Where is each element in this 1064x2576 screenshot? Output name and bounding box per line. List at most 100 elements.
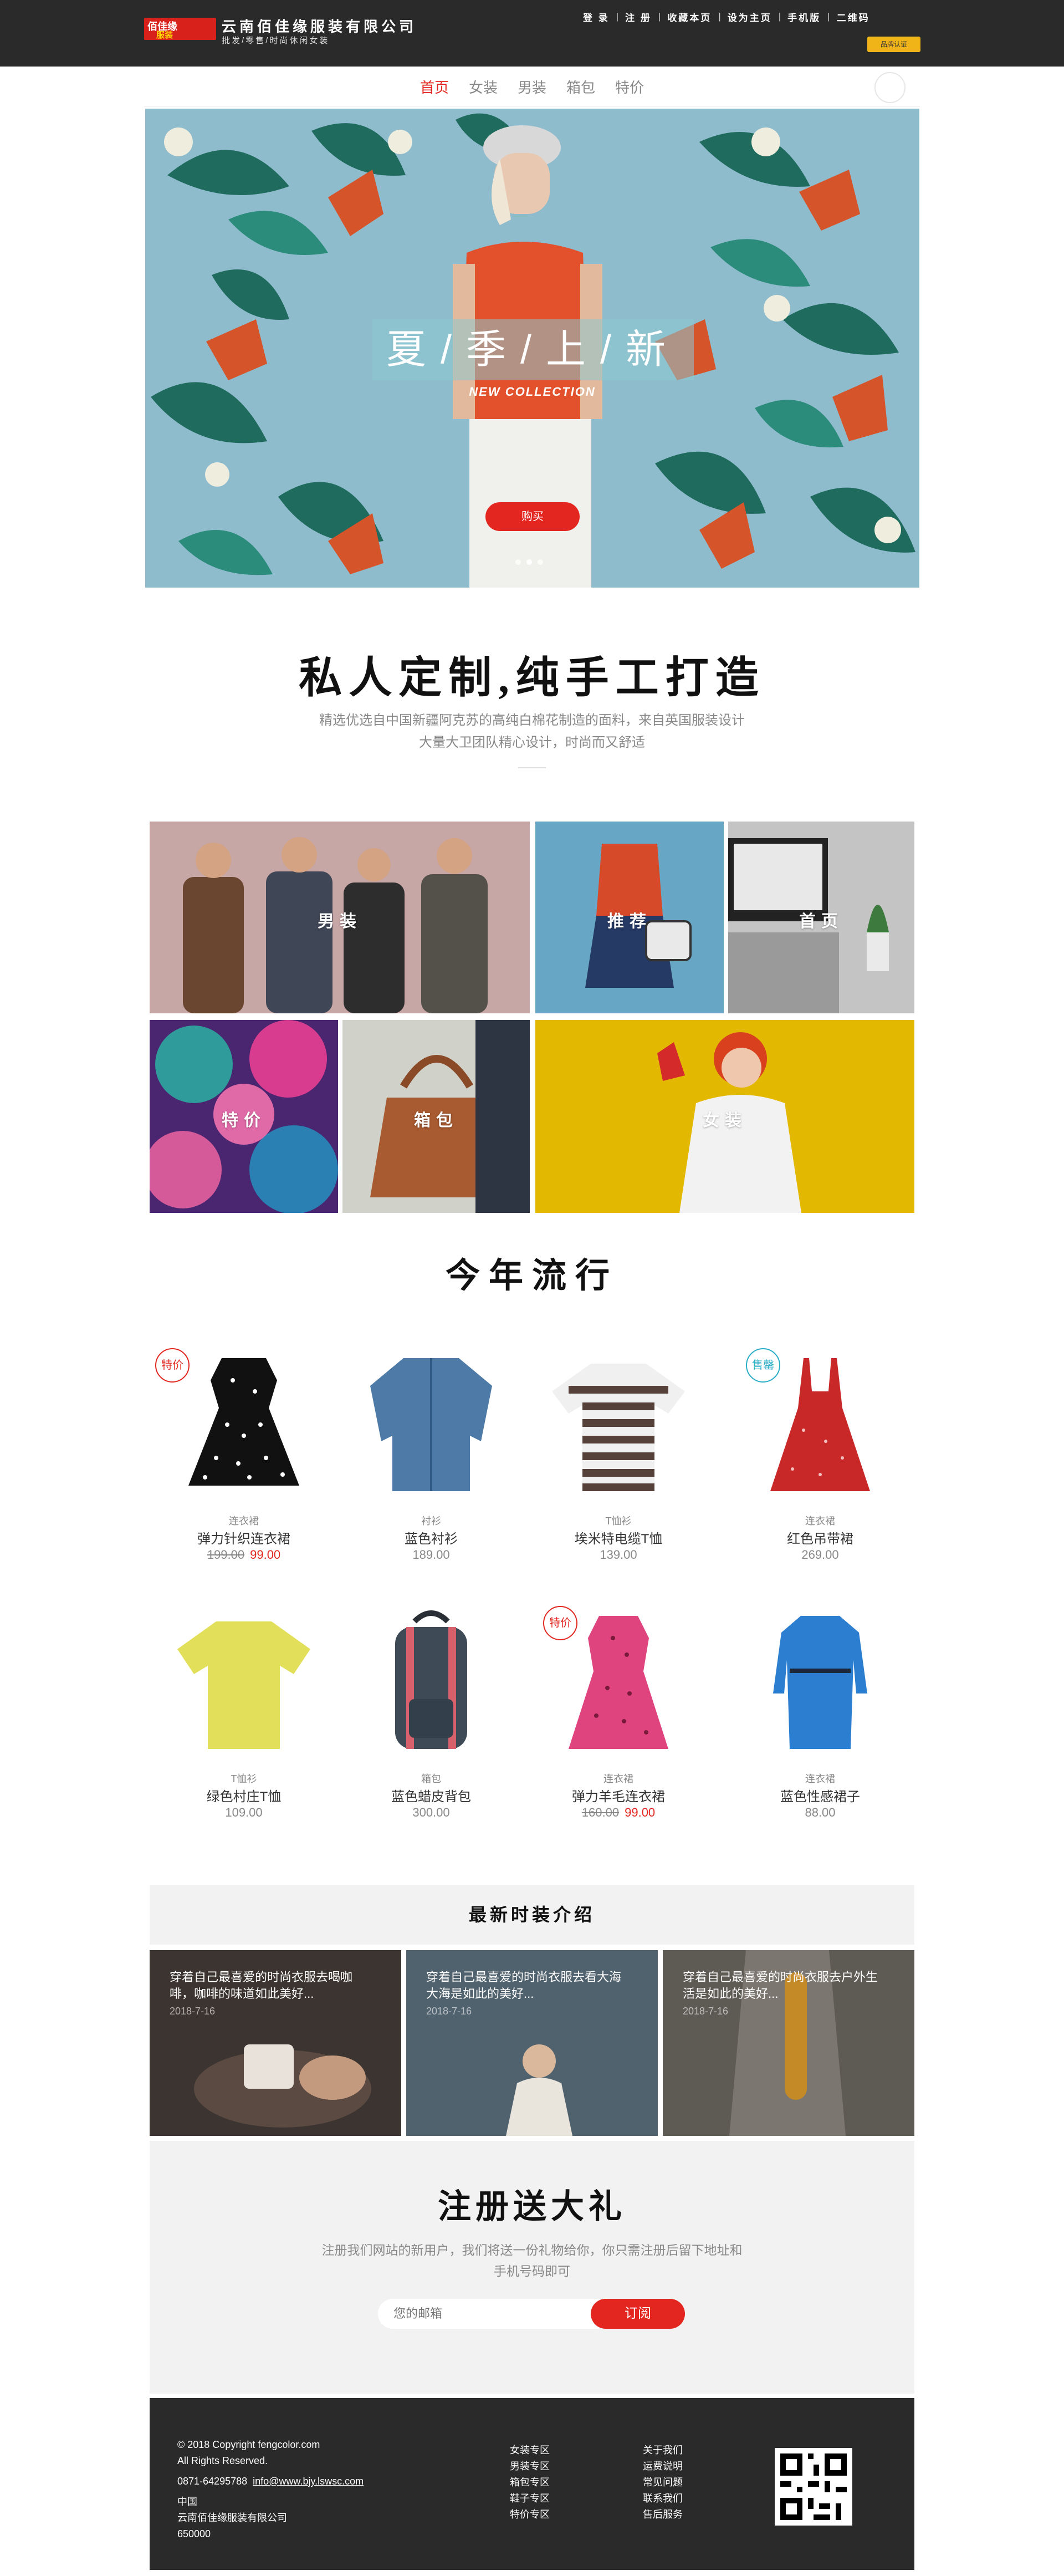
product-card[interactable]: 特价 连衣裙 弹力针织连衣裙 199.00 99.00 xyxy=(155,1347,327,1580)
product-name[interactable]: 弹力羊毛连衣裙 xyxy=(535,1786,702,1805)
product-image xyxy=(177,1621,310,1749)
footer-info: © 2018 Copyright fengcolor.com All Right… xyxy=(177,2437,364,2542)
news-card[interactable]: 穿着自己最喜爱的时尚衣服去喝咖啡，咖啡的味道如此美好... 2018-7-16 xyxy=(150,1950,401,2136)
trending-title: 今年流行 xyxy=(445,1257,618,1295)
footer-link[interactable]: 运费说明 xyxy=(643,2458,683,2475)
login-link[interactable]: 登 录 xyxy=(576,10,616,24)
register-text: 注册我们网站的新用户，我们将送一份礼物给你，你只需注册后留下地址和手机号码即可 xyxy=(321,2243,743,2278)
nav-item-bags[interactable]: 箱包 xyxy=(566,76,595,97)
hero-title: 夏/季/上/新 xyxy=(386,328,680,372)
product-name[interactable]: 绿色村庄T恤 xyxy=(161,1786,327,1805)
search-icon[interactable] xyxy=(874,72,906,103)
footer-link[interactable]: 鞋子专区 xyxy=(510,2491,550,2507)
product-price: 109.00 xyxy=(225,1805,263,1819)
product-card[interactable]: 售罄 连衣裙 红色吊带裙 269.00 xyxy=(737,1347,903,1580)
main-nav: 首页 女装 男装 箱包 特价 xyxy=(144,67,920,107)
product-category: 连衣裙 xyxy=(603,1773,633,1784)
product-price: 189.00 xyxy=(412,1548,450,1562)
category-tile-home[interactable]: 首页 xyxy=(728,822,914,1013)
old-price: 160.00 xyxy=(581,1805,620,1819)
category-tile-sale[interactable]: 特价 xyxy=(150,1020,338,1213)
category-label-sale: 特价 xyxy=(222,1111,266,1130)
sale-price: 99.00 xyxy=(625,1805,656,1819)
old-price: 199.00 xyxy=(207,1548,245,1562)
intro-text: 精选优选自中国新疆阿克苏的高纯白棉花制造的面料，来自英国服装设计大量大卫团队精心… xyxy=(319,713,745,750)
bookmark-link[interactable]: 收藏本页 xyxy=(661,10,718,24)
nav-item-home[interactable]: 首页 xyxy=(420,76,449,97)
news-text: 穿着自己最喜爱的时尚衣服去喝咖啡，咖啡的味道如此美好... xyxy=(170,1970,353,2001)
product-name[interactable]: 弹力针织连衣裙 xyxy=(161,1528,327,1547)
product-name[interactable]: 蓝色蜡皮背包 xyxy=(348,1786,514,1805)
product-category: T恤衫 xyxy=(605,1516,632,1527)
news-title: 最新时装介绍 xyxy=(468,1905,595,1925)
category-tile-bags[interactable]: 箱包 xyxy=(342,1020,530,1213)
nav-item-men[interactable]: 男装 xyxy=(518,76,546,97)
product-name[interactable]: 蓝色性感裙子 xyxy=(737,1786,903,1805)
product-name[interactable]: 埃米特电缆T恤 xyxy=(535,1528,702,1547)
postcode-text: 650000 xyxy=(177,2528,211,2539)
email-field[interactable] xyxy=(378,2299,611,2329)
product-image xyxy=(395,1610,467,1749)
news-date: 2018-7-16 xyxy=(170,2006,216,2017)
product-category: 连衣裙 xyxy=(805,1516,835,1527)
category-tile-recommend[interactable]: 推荐 xyxy=(535,822,724,1013)
top-links: 登 录 | 注 册 | 收藏本页 | 设为主页 | 手机版 | 二维码 xyxy=(576,10,877,23)
category-tile-men[interactable]: 男装 xyxy=(150,822,530,1013)
product-category: T恤衫 xyxy=(231,1773,257,1784)
mobile-link[interactable]: 手机版 xyxy=(781,10,827,24)
product-card[interactable]: 衬衫 蓝色衬衫 189.00 xyxy=(348,1347,514,1580)
footer-links-help: 关于我们 运费说明 常见问题 联系我们 售后服务 xyxy=(643,2442,683,2523)
carousel-dot-active[interactable] xyxy=(526,559,532,565)
category-tile-women[interactable]: 女装 xyxy=(535,1020,914,1213)
site-logo[interactable]: 佰佳缘 服装 xyxy=(144,18,216,40)
certification-badge: 品牌认证 xyxy=(867,37,920,52)
sale-price: 99.00 xyxy=(250,1548,281,1562)
company-text: 云南佰佳缘服装有限公司 xyxy=(177,2512,287,2523)
product-card[interactable]: 连衣裙 蓝色性感裙子 88.00 xyxy=(737,1605,903,1838)
footer-link[interactable]: 女装专区 xyxy=(510,2442,550,2458)
carousel-dots xyxy=(515,559,543,565)
footer-link[interactable]: 特价专区 xyxy=(510,2507,550,2523)
qrcode-link[interactable]: 二维码 xyxy=(830,10,877,24)
category-label-women: 女装 xyxy=(703,1111,747,1130)
news-card[interactable]: 穿着自己最喜爱的时尚衣服去户外生活是如此的美好... 2018-7-16 xyxy=(663,1950,914,2136)
sale-tag: 特价 xyxy=(543,1606,577,1640)
hero-banner: 夏/季/上/新 NEW COLLECTION 购买 xyxy=(145,109,919,588)
footer-link[interactable]: 箱包专区 xyxy=(510,2475,550,2491)
product-category: 衬衫 xyxy=(421,1516,441,1527)
buy-button[interactable]: 购买 xyxy=(485,502,580,531)
news-date: 2018-7-16 xyxy=(426,2006,472,2017)
news-card[interactable]: 穿着自己最喜爱的时尚衣服去看大海大海是如此的美好... 2018-7-16 xyxy=(406,1950,658,2136)
product-price: 139.00 xyxy=(600,1548,637,1562)
product-card[interactable]: T恤衫 埃米特电缆T恤 139.00 xyxy=(535,1347,702,1580)
subscribe-button[interactable]: 订阅 xyxy=(591,2299,685,2329)
category-label-home: 首页 xyxy=(799,912,843,931)
product-card[interactable]: 特价 连衣裙 弹力羊毛连衣裙 160.00 99.00 xyxy=(535,1605,702,1838)
footer-link[interactable]: 男装专区 xyxy=(510,2458,550,2475)
product-card[interactable]: T恤衫 绿色村庄T恤 109.00 xyxy=(161,1605,327,1838)
news-date: 2018-7-16 xyxy=(683,2006,729,2017)
carousel-dot[interactable] xyxy=(538,559,543,565)
register-link[interactable]: 注 册 xyxy=(618,10,658,24)
news-text: 穿着自己最喜爱的时尚衣服去看大海大海是如此的美好... xyxy=(426,1970,622,2001)
category-label-recommend: 推荐 xyxy=(607,912,652,931)
email-link[interactable]: info@www.bjy.lswsc.com xyxy=(253,2476,364,2487)
product-category: 箱包 xyxy=(421,1773,441,1784)
product-name[interactable]: 红色吊带裙 xyxy=(737,1528,903,1547)
footer-link[interactable]: 联系我们 xyxy=(643,2491,683,2507)
footer-link[interactable]: 常见问题 xyxy=(643,2475,683,2491)
product-image xyxy=(370,1358,492,1491)
product-card[interactable]: 箱包 蓝色蜡皮背包 300.00 xyxy=(348,1605,514,1838)
intro-title: 私人定制,纯手工打造 xyxy=(299,654,765,702)
carousel-dot[interactable] xyxy=(515,559,521,565)
register-section: 注册送大礼 注册我们网站的新用户，我们将送一份礼物给你，你只需注册后留下地址和手… xyxy=(150,2141,914,2394)
footer-link[interactable]: 关于我们 xyxy=(643,2442,683,2458)
footer-link[interactable]: 售后服务 xyxy=(643,2507,683,2523)
nav-item-women[interactable]: 女装 xyxy=(469,76,498,97)
product-name[interactable]: 蓝色衬衫 xyxy=(348,1528,514,1547)
product-price: 88.00 xyxy=(805,1805,836,1819)
product-price: 269.00 xyxy=(801,1548,839,1562)
set-homepage-link[interactable]: 设为主页 xyxy=(721,10,779,24)
top-bar: 佰佳缘 服装 云南佰佳缘服装有限公司 批发/零售/时尚休闲女装 登 录 | 注 册… xyxy=(0,0,1064,67)
nav-item-sale[interactable]: 特价 xyxy=(615,76,644,97)
